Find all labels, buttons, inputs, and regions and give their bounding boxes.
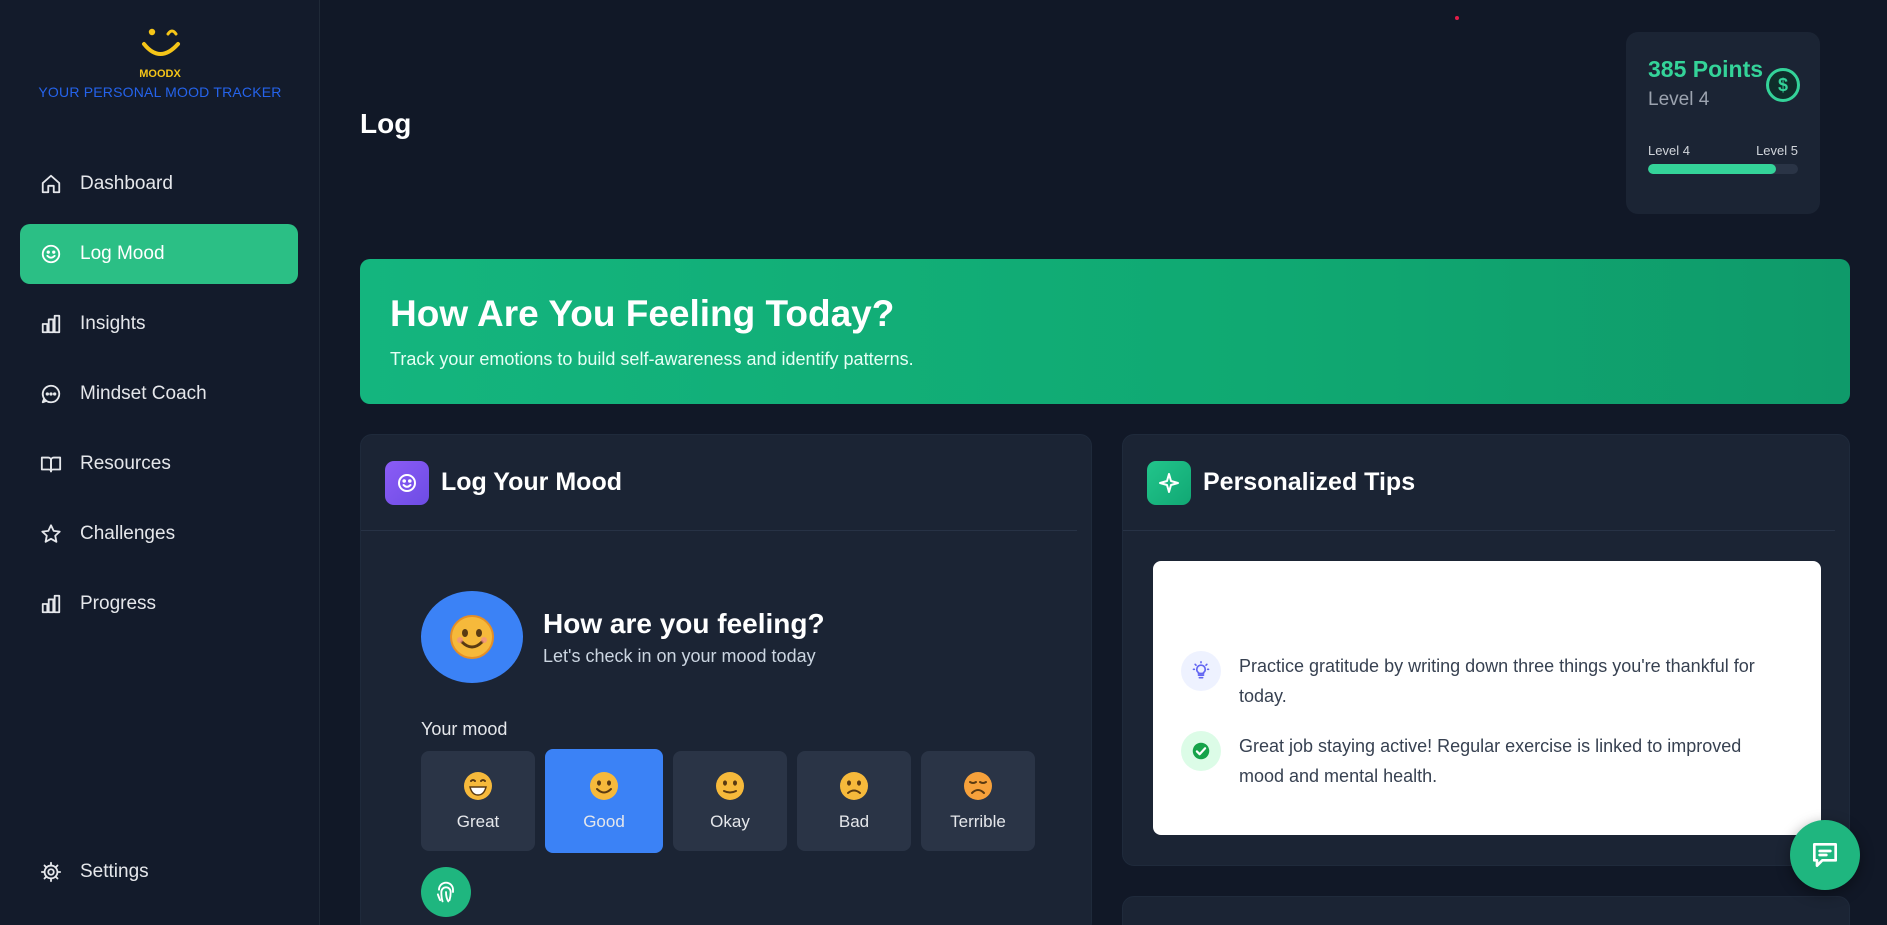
chat-bubble-icon [41, 384, 61, 404]
page-title: Log [360, 108, 412, 139]
mood-option-label: Bad [838, 812, 870, 831]
brand-tagline: YOUR PERSONAL MOOD TRACKER [38, 84, 282, 100]
sidebar-item-label: Dashboard [80, 173, 173, 194]
sidebar-item-insights[interactable]: Insights [20, 294, 298, 354]
sidebar-item-label: Settings [80, 861, 149, 882]
sidebar-item-mindset-coach[interactable]: Mindset Coach [20, 364, 298, 424]
personalized-tips-card: Personalized Tips Practice gratitude by … [1122, 434, 1850, 866]
logo[interactable]: MOODX YOUR PERSONAL MOOD TRACKER [0, 18, 320, 100]
mood-option-okay[interactable]: Okay [673, 751, 787, 851]
mood-option-terrible[interactable]: Terrible [921, 751, 1035, 851]
mood-option-label: Okay [710, 812, 750, 831]
hero-title: How Are You Feeling Today? [390, 293, 895, 334]
feeling-subtitle: Let's check in on your mood today [543, 645, 816, 666]
sidebar-item-log-mood[interactable]: Log Mood [20, 224, 298, 284]
sidebar-item-label: Progress [80, 593, 157, 614]
sidebar-item-label: Log Mood [80, 243, 165, 264]
smiling-face-icon [590, 772, 618, 800]
level-from: Level 4 [1648, 143, 1690, 158]
hero-banner: How Are You Feeling Today? Track your em… [360, 259, 1850, 404]
mood-option-label: Terrible [950, 812, 1006, 831]
bar-chart-icon [41, 594, 61, 614]
tip-item: Great job staying active! Regular exerci… [1181, 731, 1781, 791]
level-progress-fill [1648, 164, 1776, 174]
tips-list: Practice gratitude by writing down three… [1153, 561, 1821, 835]
sidebar-item-progress[interactable]: Progress [20, 574, 298, 634]
sidebar-nav: Dashboard Log Mood Insights Mindset Coac… [20, 154, 298, 644]
sidebar-item-settings[interactable]: Settings [20, 842, 298, 902]
gear-icon [40, 861, 62, 883]
lightbulb-icon [1181, 651, 1221, 691]
points-card: 385 Points Level 4 $ Level 4 Level 5 [1626, 32, 1820, 214]
mood-selector: Great Good Okay Bad Terrible [421, 749, 1045, 853]
sidebar-item-label: Mindset Coach [80, 383, 207, 404]
card-header: Personalized Tips [1123, 435, 1835, 531]
fingerprint-icon [436, 881, 454, 903]
level-progress-bar [1648, 164, 1798, 174]
neutral-face-icon [716, 772, 744, 800]
grinning-face-icon [464, 772, 492, 800]
sparkle-icon [1147, 460, 1191, 505]
notification-dot [1455, 16, 1459, 20]
sidebar: MOODX YOUR PERSONAL MOOD TRACKER Dashboa… [0, 0, 320, 925]
sidebar-item-label: Challenges [80, 523, 176, 544]
feeling-title: How are you feeling? [543, 607, 825, 639]
tip-item: Practice gratitude by writing down three… [1181, 651, 1781, 711]
book-icon [40, 456, 62, 473]
sidebar-item-dashboard[interactable]: Dashboard [20, 154, 298, 214]
fingerprint-button[interactable] [421, 867, 471, 917]
brand-name: MOODX [139, 68, 181, 80]
tip-text: Practice gratitude by writing down three… [1239, 656, 1755, 706]
sidebar-item-label: Resources [80, 453, 171, 474]
sidebar-item-resources[interactable]: Resources [20, 434, 298, 494]
next-card [1122, 896, 1850, 925]
card-title: Personalized Tips [1203, 468, 1416, 496]
log-mood-card: Log Your Mood How are you feeling? Let's… [360, 434, 1092, 925]
level-to: Level 5 [1756, 143, 1798, 158]
chat-icon [1813, 843, 1837, 867]
mood-option-bad[interactable]: Bad [797, 751, 911, 851]
bar-chart-icon [41, 314, 61, 334]
mood-option-label: Good [583, 812, 625, 831]
chat-button[interactable] [1790, 820, 1860, 890]
card-title: Log Your Mood [441, 468, 622, 496]
mood-option-label: Great [456, 812, 500, 831]
card-header: Log Your Mood [361, 435, 1077, 531]
hero-subtitle: Track your emotions to build self-awaren… [390, 349, 914, 369]
frowning-face-icon [840, 772, 868, 800]
smile-icon [41, 244, 61, 264]
smiley-logo-icon [142, 28, 180, 56]
settings-nav: Settings [20, 842, 298, 912]
star-icon [41, 524, 61, 543]
dollar-coin-icon: $ [1766, 68, 1800, 102]
level-range: Level 4 Level 5 [1648, 143, 1798, 158]
sidebar-item-challenges[interactable]: Challenges [20, 504, 298, 564]
sad-face-icon [964, 772, 992, 800]
home-icon [41, 174, 61, 194]
smiling-face-icon [421, 591, 523, 683]
feeling-prompt: How are you feeling? Let's check in on y… [421, 591, 825, 683]
mood-option-good[interactable]: Good [545, 749, 663, 853]
check-circle-icon [1181, 731, 1221, 771]
mood-label: Your mood [421, 719, 508, 739]
smile-icon [385, 460, 429, 505]
sidebar-item-label: Insights [80, 313, 146, 334]
tip-text: Great job staying active! Regular exerci… [1239, 736, 1742, 786]
mood-option-great[interactable]: Great [421, 751, 535, 851]
